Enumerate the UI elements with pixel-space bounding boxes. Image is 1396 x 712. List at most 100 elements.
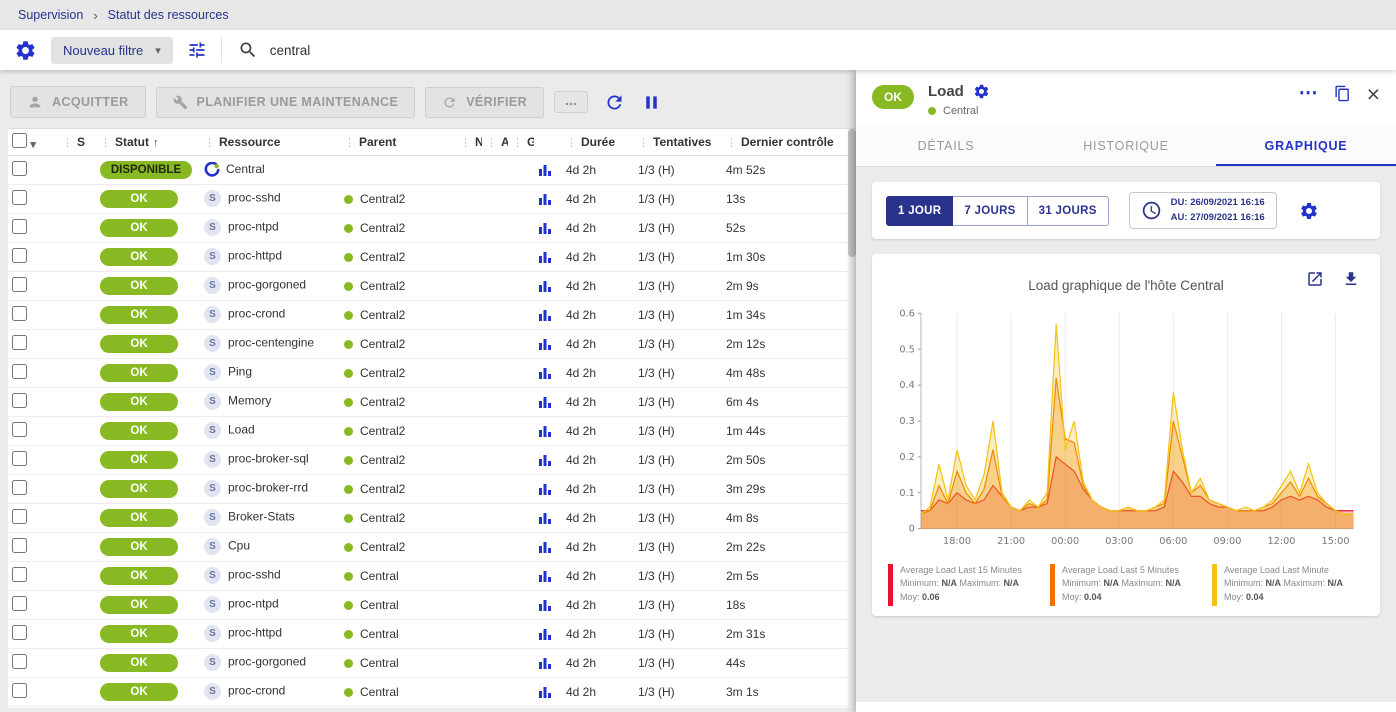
row-checkbox[interactable] bbox=[12, 364, 27, 379]
table-row[interactable]: OKSproc-httpdCentral4d 2h1/3 (H)2m 31s bbox=[8, 619, 848, 648]
range-7-days-button[interactable]: 7 JOURS bbox=[953, 196, 1027, 226]
acknowledge-button[interactable]: ACQUITTER bbox=[10, 86, 146, 118]
resource-name[interactable]: proc-broker-rrd bbox=[228, 481, 308, 495]
table-row[interactable]: OKSproc-ntpdCentral24d 2h1/3 (H)52s bbox=[8, 213, 848, 242]
breadcrumb-item-resource-status[interactable]: Statut des ressources bbox=[108, 8, 229, 22]
parent-name[interactable]: Central2 bbox=[360, 279, 405, 293]
graph-cell[interactable] bbox=[534, 619, 562, 648]
resource-name[interactable]: Load bbox=[228, 423, 255, 437]
column-header-severity[interactable]: ⋮S bbox=[58, 129, 96, 155]
column-header-g[interactable]: ⋮G bbox=[508, 129, 534, 155]
search-input[interactable] bbox=[270, 43, 670, 58]
parent-name[interactable]: Central bbox=[360, 656, 399, 670]
graph-cell[interactable] bbox=[534, 271, 562, 300]
resource-name[interactable]: Ping bbox=[228, 365, 252, 379]
parent-name[interactable]: Central2 bbox=[360, 308, 405, 322]
parent-name[interactable]: Central bbox=[360, 598, 399, 612]
graph-cell[interactable] bbox=[534, 590, 562, 619]
select-all-checkbox[interactable] bbox=[12, 133, 27, 148]
legend-item[interactable]: Average Load Last 15 MinutesMinimum: N/A… bbox=[888, 564, 1040, 606]
graph-icon[interactable] bbox=[538, 656, 552, 670]
check-button[interactable]: VÉRIFIER bbox=[425, 87, 544, 118]
resource-name[interactable]: proc-broker-sql bbox=[228, 452, 309, 466]
table-row[interactable]: OKSproc-gorgonedCentral24d 2h1/3 (H)2m 9… bbox=[8, 271, 848, 300]
breadcrumb-item-supervision[interactable]: Supervision bbox=[18, 8, 83, 22]
resource-name[interactable]: proc-sshd bbox=[228, 191, 281, 205]
resource-name[interactable]: proc-gorgoned bbox=[228, 655, 306, 669]
graph-icon[interactable] bbox=[538, 511, 552, 525]
graph-icon[interactable] bbox=[538, 453, 552, 467]
table-row[interactable]: OKSproc-ntpdCentral4d 2h1/3 (H)18s bbox=[8, 590, 848, 619]
row-checkbox[interactable] bbox=[12, 219, 27, 234]
tab-graph[interactable]: GRAPHIQUE bbox=[1216, 126, 1396, 166]
graph-cell[interactable] bbox=[534, 300, 562, 329]
graph-icon[interactable] bbox=[538, 685, 552, 699]
resource-cell[interactable]: SLoad bbox=[200, 416, 340, 445]
schedule-maintenance-button[interactable]: PLANIFIER UNE MAINTENANCE bbox=[156, 87, 416, 118]
row-checkbox[interactable] bbox=[12, 248, 27, 263]
panel-settings-gear-icon[interactable] bbox=[973, 83, 990, 100]
column-header-resource[interactable]: ⋮Ressource bbox=[200, 129, 340, 155]
resource-cell[interactable]: Sproc-sshd bbox=[200, 184, 340, 213]
parent-name[interactable]: Central2 bbox=[360, 453, 405, 467]
filter-settings-gear-icon[interactable] bbox=[14, 39, 37, 62]
graph-cell[interactable] bbox=[534, 416, 562, 445]
graph-cell[interactable] bbox=[534, 329, 562, 358]
row-checkbox[interactable] bbox=[12, 451, 27, 466]
row-checkbox[interactable] bbox=[12, 683, 27, 698]
parent-name[interactable]: Central2 bbox=[360, 540, 405, 554]
table-row[interactable]: OKSproc-crondCentral4d 2h1/3 (H)3m 1s bbox=[8, 677, 848, 706]
row-checkbox[interactable] bbox=[12, 538, 27, 553]
parent-name[interactable]: Central2 bbox=[360, 221, 405, 235]
column-header-a[interactable]: ⋮A bbox=[482, 129, 508, 155]
custom-period-picker[interactable]: DU: 26/09/2021 16:16 AU: 27/09/2021 16:1… bbox=[1129, 192, 1277, 229]
graph-cell[interactable] bbox=[534, 532, 562, 561]
graph-icon[interactable] bbox=[538, 221, 552, 235]
graph-cell[interactable] bbox=[534, 387, 562, 416]
graph-icon[interactable] bbox=[538, 337, 552, 351]
open-in-new-icon[interactable] bbox=[1306, 270, 1324, 288]
table-row[interactable]: OKSproc-sshdCentral24d 2h1/3 (H)13s bbox=[8, 184, 848, 213]
resource-cell[interactable]: Sproc-broker-sql bbox=[200, 445, 340, 474]
resource-cell[interactable]: Sproc-sshd bbox=[200, 561, 340, 590]
table-row[interactable]: OKSCpuCentral24d 2h1/3 (H)2m 22s bbox=[8, 532, 848, 561]
range-31-days-button[interactable]: 31 JOURS bbox=[1028, 196, 1109, 226]
pause-icon[interactable] bbox=[641, 92, 662, 113]
range-1-day-button[interactable]: 1 JOUR bbox=[886, 196, 953, 226]
graph-icon[interactable] bbox=[538, 395, 552, 409]
graph-cell[interactable] bbox=[534, 358, 562, 387]
graph-icon[interactable] bbox=[538, 540, 552, 554]
refresh-icon[interactable] bbox=[604, 92, 625, 113]
graph-icon[interactable] bbox=[538, 163, 552, 177]
resource-name[interactable]: Cpu bbox=[228, 539, 250, 553]
parent-name[interactable]: Central2 bbox=[360, 424, 405, 438]
resource-cell[interactable]: Central bbox=[200, 155, 340, 184]
resource-name[interactable]: proc-ntpd bbox=[228, 220, 279, 234]
parent-name[interactable]: Central bbox=[360, 569, 399, 583]
row-checkbox[interactable] bbox=[12, 596, 27, 611]
select-caret-icon[interactable]: ▾ bbox=[30, 139, 36, 151]
parent-name[interactable]: Central2 bbox=[360, 366, 405, 380]
resource-name[interactable]: proc-httpd bbox=[228, 626, 282, 640]
resource-cell[interactable]: Sproc-gorgoned bbox=[200, 648, 340, 677]
graph-cell[interactable] bbox=[534, 503, 562, 532]
column-header-duration[interactable]: ⋮Durée bbox=[562, 129, 634, 155]
resource-cell[interactable]: Sproc-httpd bbox=[200, 242, 340, 271]
parent-name[interactable]: Central2 bbox=[360, 337, 405, 351]
graph-cell[interactable] bbox=[534, 474, 562, 503]
tab-history[interactable]: HISTORIQUE bbox=[1036, 126, 1216, 166]
advanced-filter-icon[interactable] bbox=[187, 40, 207, 60]
table-row[interactable]: OKSproc-broker-sqlCentral24d 2h1/3 (H)2m… bbox=[8, 445, 848, 474]
parent-name[interactable]: Central2 bbox=[360, 395, 405, 409]
resource-name[interactable]: proc-centengine bbox=[228, 336, 314, 350]
row-checkbox[interactable] bbox=[12, 306, 27, 321]
resource-cell[interactable]: Sproc-centengine bbox=[200, 329, 340, 358]
resource-cell[interactable]: Sproc-crond bbox=[200, 677, 340, 706]
resource-name[interactable]: proc-sshd bbox=[228, 568, 281, 582]
graph-icon[interactable] bbox=[538, 308, 552, 322]
row-checkbox[interactable] bbox=[12, 393, 27, 408]
graph-icon[interactable] bbox=[538, 192, 552, 206]
row-checkbox[interactable] bbox=[12, 277, 27, 292]
copy-link-icon[interactable] bbox=[1334, 85, 1351, 102]
legend-item[interactable]: Average Load Last 5 MinutesMinimum: N/A … bbox=[1050, 564, 1202, 606]
